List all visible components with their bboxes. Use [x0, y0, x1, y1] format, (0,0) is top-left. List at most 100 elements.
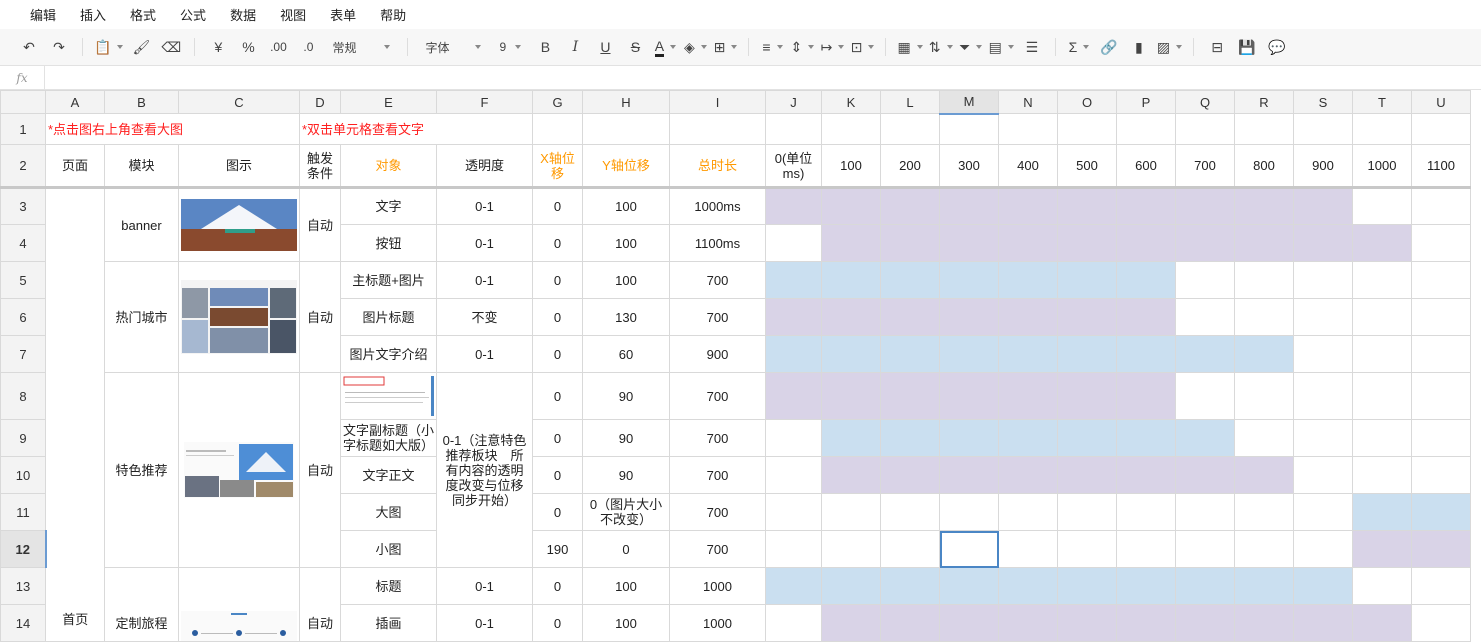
timeline-cell[interactable] [939, 187, 999, 225]
page-cell[interactable]: 首页 [45, 187, 105, 642]
timeline-cell[interactable] [821, 604, 881, 642]
timeline-cell[interactable] [880, 456, 940, 494]
timeline-cell[interactable] [998, 419, 1058, 457]
timeline-cell[interactable] [939, 261, 999, 299]
column-header-d[interactable]: D [299, 90, 341, 114]
timeline-cell[interactable] [1057, 493, 1117, 531]
timeline-cell[interactable] [1116, 261, 1176, 299]
x-offset-cell[interactable]: 0 [532, 456, 583, 494]
column-header-c[interactable]: C [178, 90, 300, 114]
timeline-cell[interactable] [1411, 604, 1471, 642]
timeline-cell[interactable] [821, 224, 881, 262]
timeline-cell[interactable] [939, 493, 999, 531]
timeline-cell[interactable] [939, 419, 999, 457]
timeline-cell[interactable] [1175, 419, 1235, 457]
timeline-cell[interactable] [1234, 298, 1294, 336]
header-module[interactable]: 模块 [104, 144, 179, 189]
save-icon[interactable]: 💾 [1235, 34, 1259, 60]
sort-icon[interactable]: ⇅ [929, 34, 953, 60]
timeline-cell[interactable] [821, 567, 881, 605]
timeline-cell[interactable] [1116, 530, 1176, 568]
x-offset-cell[interactable]: 0 [532, 419, 583, 457]
x-offset-cell[interactable]: 0 [532, 261, 583, 299]
module-cell-custom[interactable]: 定制旅程 [104, 567, 179, 642]
row-header-4[interactable]: 4 [0, 224, 46, 262]
timeline-header-9[interactable]: 900 [1293, 144, 1353, 189]
timeline-cell[interactable] [998, 530, 1058, 568]
timeline-cell[interactable] [1352, 187, 1412, 225]
timeline-cell[interactable] [1175, 493, 1235, 531]
timeline-cell[interactable] [1175, 372, 1235, 420]
cell[interactable] [1411, 113, 1471, 145]
timeline-cell[interactable] [939, 604, 999, 642]
timeline-cell[interactable] [1234, 456, 1294, 494]
timeline-cell[interactable] [1352, 604, 1412, 642]
timeline-cell[interactable] [1352, 567, 1412, 605]
timeline-header-1[interactable]: 100 [821, 144, 881, 189]
paste-icon[interactable]: 📋 [94, 34, 123, 60]
timeline-cell[interactable] [1057, 261, 1117, 299]
x-offset-cell[interactable]: 0 [532, 224, 583, 262]
cell[interactable] [1116, 113, 1176, 145]
row-header-14[interactable]: 14 [0, 604, 46, 642]
column-header-p[interactable]: P [1116, 90, 1176, 114]
timeline-cell[interactable] [1293, 567, 1353, 605]
timeline-header-6[interactable]: 600 [1116, 144, 1176, 189]
timeline-cell[interactable] [1411, 372, 1471, 420]
timeline-cell[interactable] [880, 419, 940, 457]
column-header-g[interactable]: G [532, 90, 583, 114]
duration-cell[interactable]: 700 [669, 419, 766, 457]
target-cell[interactable]: 插画 [340, 604, 437, 642]
opacity-cell[interactable]: 0-1 [436, 604, 533, 642]
timeline-cell[interactable] [765, 567, 822, 605]
timeline-cell[interactable] [765, 372, 822, 420]
column-header-k[interactable]: K [821, 90, 881, 114]
timeline-cell[interactable] [939, 456, 999, 494]
timeline-cell[interactable] [1175, 187, 1235, 225]
column-header-o[interactable]: O [1057, 90, 1117, 114]
timeline-cell[interactable] [765, 604, 822, 642]
timeline-cell[interactable] [1116, 335, 1176, 373]
trigger-cell[interactable]: 自动 [299, 187, 341, 262]
formula-input[interactable] [45, 66, 1481, 89]
y-offset-cell[interactable]: 60 [582, 335, 670, 373]
timeline-cell[interactable] [1234, 530, 1294, 568]
timeline-cell[interactable] [1234, 419, 1294, 457]
y-offset-cell[interactable]: 130 [582, 298, 670, 336]
cell[interactable] [821, 113, 881, 145]
redo-icon[interactable]: ↷ [47, 34, 71, 60]
borders-icon[interactable]: ⊞ [713, 34, 737, 60]
font-color-button[interactable]: A [653, 34, 677, 60]
row-header-3[interactable]: 3 [0, 187, 46, 225]
y-offset-cell[interactable]: 100 [582, 567, 670, 605]
column-header-n[interactable]: N [998, 90, 1058, 114]
timeline-cell[interactable] [1234, 604, 1294, 642]
column-header-q[interactable]: Q [1175, 90, 1235, 114]
column-header-s[interactable]: S [1293, 90, 1353, 114]
timeline-header-0[interactable]: 0(单位ms) [765, 144, 822, 189]
column-header-j[interactable]: J [765, 90, 822, 114]
column-header-t[interactable]: T [1352, 90, 1412, 114]
number-format-select[interactable]: 常规 [326, 34, 396, 60]
row-header-11[interactable]: 11 [0, 493, 46, 531]
x-offset-cell[interactable]: 0 [532, 567, 583, 605]
column-header-r[interactable]: R [1234, 90, 1294, 114]
timeline-cell[interactable] [1411, 456, 1471, 494]
timeline-cell[interactable] [880, 187, 940, 225]
timeline-cell[interactable] [821, 372, 881, 420]
duration-cell[interactable]: 900 [669, 335, 766, 373]
header-trigger[interactable]: 触发条件 [299, 144, 341, 189]
column-header-l[interactable]: L [880, 90, 940, 114]
row-header-6[interactable]: 6 [0, 298, 46, 336]
timeline-cell[interactable] [1175, 604, 1235, 642]
timeline-cell[interactable] [1411, 493, 1471, 531]
image-cell-feature[interactable] [178, 372, 300, 568]
image-icon[interactable]: ▨ [1157, 34, 1182, 60]
image-cell-hot[interactable] [178, 261, 300, 373]
timeline-cell[interactable] [1057, 372, 1117, 420]
timeline-cell[interactable] [821, 456, 881, 494]
opacity-cell[interactable]: 0-1 [436, 335, 533, 373]
note-cell-2[interactable]: *双击单元格查看文字 [299, 113, 533, 145]
timeline-cell[interactable] [765, 298, 822, 336]
x-offset-cell[interactable]: 0 [532, 493, 583, 531]
